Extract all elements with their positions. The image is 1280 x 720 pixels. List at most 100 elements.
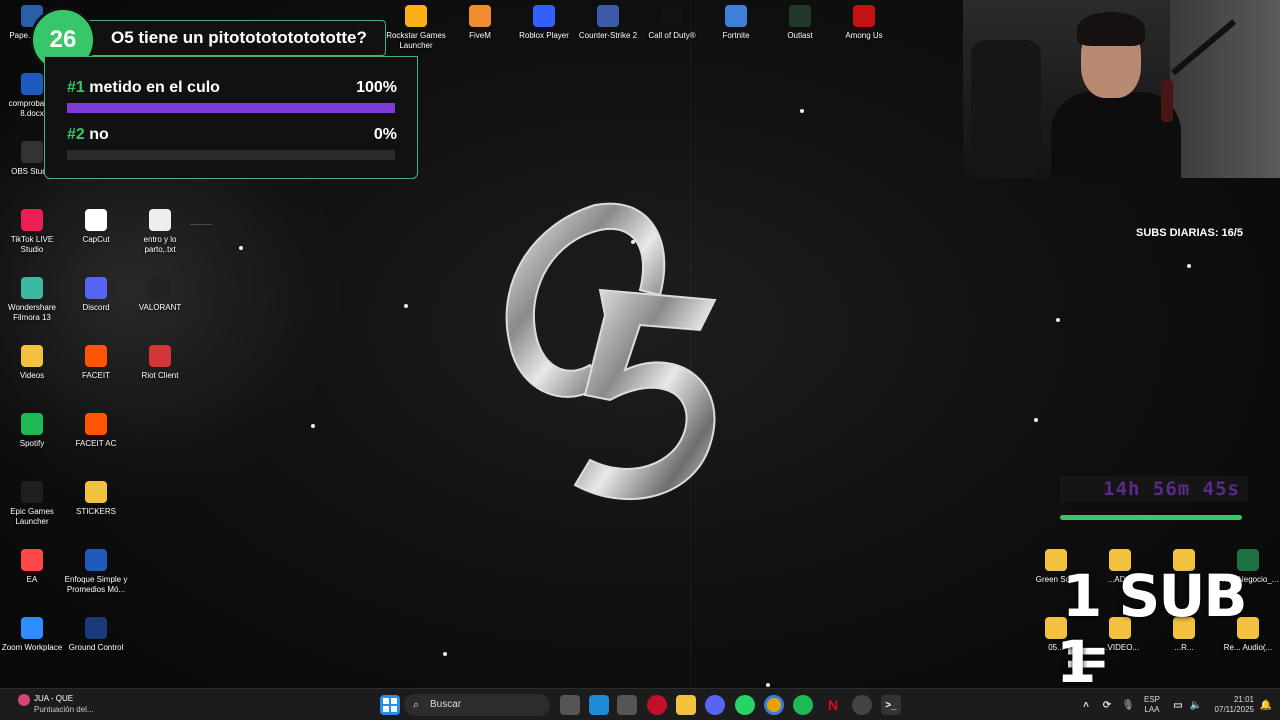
dust-particle xyxy=(1056,318,1060,322)
file-explorer-icon[interactable] xyxy=(676,695,696,715)
desktop-icon-top-0[interactable]: Rockstar Games Launcher xyxy=(384,5,448,51)
taskbar-search[interactable]: ⌕ Buscar xyxy=(404,694,550,716)
opera-gx-icon[interactable] xyxy=(647,695,667,715)
taskbar: JUA - QUE Puntuación del... ⌕ Buscar N >… xyxy=(0,688,1280,720)
store-icon[interactable] xyxy=(617,695,637,715)
call-of-duty-icon xyxy=(661,5,683,27)
desktop-icon-4[interactable]: CapCut xyxy=(64,209,128,245)
desktop-icon-label: Fortnite xyxy=(722,31,750,40)
desktop-icon-label: Epic Games Launcher xyxy=(10,507,54,526)
discord-icon[interactable] xyxy=(705,695,725,715)
desktop-icon-11[interactable]: Riot Client xyxy=(128,345,192,381)
dust-particle xyxy=(443,652,447,656)
dust-particle xyxy=(1034,418,1038,422)
desktop-icon-6[interactable]: Wondershare Filmora 13 xyxy=(0,277,64,323)
desktop-icon-12[interactable]: Spotify xyxy=(0,413,64,449)
clock-date: 07/11/2025 xyxy=(1214,705,1254,714)
sync-icon[interactable]: ⟳ xyxy=(1097,695,1117,715)
ea-icon xyxy=(21,549,43,571)
desktop-icon-13[interactable]: FACEIT AC xyxy=(64,413,128,449)
chrome-icon[interactable] xyxy=(764,695,784,715)
dust-particle xyxy=(766,683,770,687)
roblox-icon xyxy=(533,5,555,27)
capcut-icon xyxy=(85,209,107,231)
obs-icon xyxy=(21,141,43,163)
desktop-icon-10[interactable]: FACEIT xyxy=(64,345,128,381)
desktop-icon-top-4[interactable]: Call of Duty® xyxy=(640,5,704,41)
desktop-icon-label: Among Us xyxy=(845,31,883,40)
word-document-icon xyxy=(21,73,43,95)
spotify-icon[interactable] xyxy=(793,695,813,715)
folder-icon xyxy=(85,481,107,503)
desktop-icon-label: Counter-Strike 2 xyxy=(578,31,638,40)
desktop-icon-label: Wondershare Filmora 13 xyxy=(8,303,56,322)
desktop-icon-3[interactable]: TikTok LIVE Studio xyxy=(0,209,64,255)
dust-particle xyxy=(800,109,804,113)
terminal-icon[interactable]: >_ xyxy=(881,695,901,715)
desktop-icon-7[interactable]: Discord xyxy=(64,277,128,313)
clock-time: 21:01 xyxy=(1233,695,1254,704)
desktop-icon-9[interactable]: Videos xyxy=(0,345,64,381)
word-document-icon xyxy=(85,549,107,571)
mic-icon[interactable]: 🎙 xyxy=(1118,695,1138,715)
search-placeholder: Buscar xyxy=(430,699,462,710)
volume-icon[interactable]: 🔈 xyxy=(1186,695,1206,715)
desktop-icon-label: STICKERS xyxy=(75,507,116,516)
desktop-icon-5[interactable]: entro y lo parto,.txt xyxy=(128,209,192,255)
desktop-icon-top-1[interactable]: FiveM xyxy=(448,5,512,41)
desktop-icon-19[interactable]: Ground Control xyxy=(64,617,128,653)
poll-option-2: #2 no 0% xyxy=(67,126,397,144)
desktop-icon-17[interactable]: Enfoque Simple y Promedios Mó... xyxy=(64,549,128,595)
desktop-icon-top-7[interactable]: Among Us xyxy=(832,5,896,41)
desktop: Pape... rec...comproban... 8.docxOBS Stu… xyxy=(0,0,1280,720)
desktop-icon-label: Enfoque Simple y Promedios Mó... xyxy=(64,575,128,594)
desktop-icon-18[interactable]: Zoom Workplace xyxy=(0,617,64,653)
now-playing-subtitle: Puntuación del... xyxy=(34,705,94,714)
language-indicator[interactable]: ESP LAA xyxy=(1140,695,1164,715)
discord-icon xyxy=(85,277,107,299)
desktop-icon-top-5[interactable]: Fortnite xyxy=(704,5,768,41)
start-button[interactable] xyxy=(380,695,400,715)
desktop-icon-label: Videos xyxy=(19,371,45,380)
desktop-icon-15[interactable]: STICKERS xyxy=(64,481,128,517)
ground-control-icon xyxy=(85,617,107,639)
webcam-chair xyxy=(971,40,1041,178)
poll-option-label: metido en el culo xyxy=(89,79,220,96)
webcam-streamer-hair xyxy=(1077,12,1145,46)
search-icon: ⌕ xyxy=(413,699,420,711)
desktop-icon-label: Riot Client xyxy=(141,371,179,380)
monitor-icon[interactable]: ▭ xyxy=(1168,695,1188,715)
whatsapp-icon[interactable] xyxy=(735,695,755,715)
epic-games-icon xyxy=(21,481,43,503)
dust-particle xyxy=(311,424,315,428)
daily-subs-counter: SUBS DIARIAS: 16/5 xyxy=(1136,227,1243,239)
desktop-icon-top-6[interactable]: Outlast xyxy=(768,5,832,41)
desktop-icon-label: Outlast xyxy=(787,31,813,40)
desktop-icon-label: FACEIT xyxy=(81,371,110,380)
desktop-icon-top-3[interactable]: Counter-Strike 2 xyxy=(576,5,640,41)
obs-icon[interactable] xyxy=(852,695,872,715)
desktop-icon-14[interactable]: Epic Games Launcher xyxy=(0,481,64,527)
now-playing-title[interactable]: JUA - QUE xyxy=(34,694,73,703)
desktop-icon-label: Call of Duty® xyxy=(648,31,696,40)
webcam-overlay xyxy=(963,0,1280,178)
desktop-icon-label: Roblox Player xyxy=(519,31,569,40)
notification-bell-icon[interactable]: 🔔 xyxy=(1256,695,1276,715)
cs2-icon xyxy=(597,5,619,27)
windows-icon xyxy=(383,698,397,712)
rockstar-icon xyxy=(405,5,427,27)
netflix-icon[interactable]: N xyxy=(823,695,843,715)
edge-icon[interactable] xyxy=(589,695,609,715)
zoom-icon xyxy=(21,617,43,639)
task-view-icon[interactable] xyxy=(560,695,580,715)
clock[interactable]: 21:01 07/11/2025 xyxy=(1206,695,1254,715)
language-line-2: LAA xyxy=(1144,705,1160,714)
subathon-timer-bar xyxy=(1060,515,1242,520)
dust-particle xyxy=(1187,264,1191,268)
poll-options-panel: #1 metido en el culo 100% #2 no 0% xyxy=(44,56,418,179)
desktop-icon-top-2[interactable]: Roblox Player xyxy=(512,5,576,41)
desktop-icon-8[interactable]: VALORANT xyxy=(128,277,192,313)
desktop-icon-16[interactable]: EA xyxy=(0,549,64,585)
now-playing-icon xyxy=(18,694,30,706)
chevron-up-icon[interactable]: ˄ xyxy=(1076,695,1096,715)
